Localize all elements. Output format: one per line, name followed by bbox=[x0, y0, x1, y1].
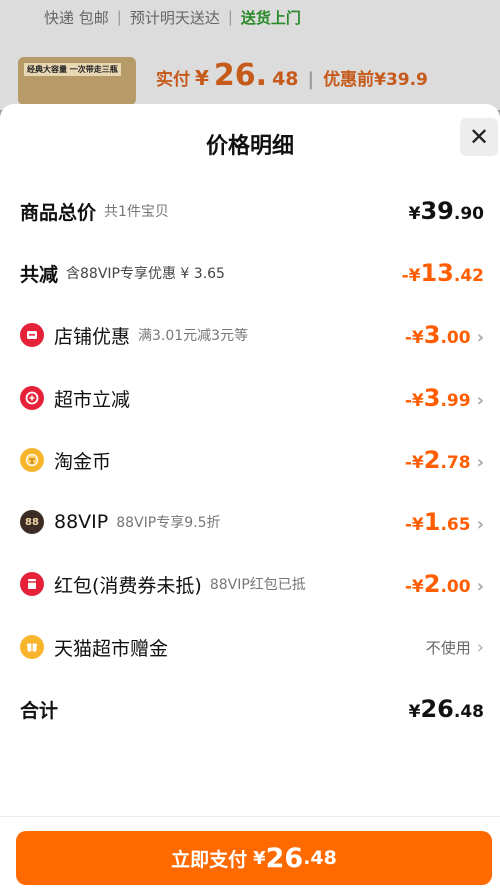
product-thumbnail-label: 经典大容量 一次带走三瓶 bbox=[24, 63, 121, 76]
chevron-right-icon: › bbox=[476, 452, 484, 473]
row-88vip[interactable]: 88 88VIP 88VIP专享9.5折 -¥ 1.65 › bbox=[20, 507, 484, 537]
store-discount-icon bbox=[20, 323, 44, 347]
original-price: 优惠前¥39.9 bbox=[323, 70, 428, 90]
row-gold-coin[interactable]: 淘金币 -¥ 2.78 › bbox=[20, 445, 484, 475]
background-page: 快递 包邮 | 预计明天送达 | 送货上门 经典大容量 一次带走三瓶 实付 ¥ … bbox=[0, 0, 500, 110]
grand-total-row: 合计 ¥26.48 bbox=[20, 695, 484, 723]
chevron-right-icon: › bbox=[476, 576, 484, 597]
chevron-right-icon: › bbox=[476, 514, 484, 535]
row-store-discount[interactable]: 店铺优惠 满3.01元减3元等 -¥ 3.00 › bbox=[20, 320, 484, 350]
gift-credit-status: 不使用 bbox=[425, 638, 471, 657]
shipping-label: 快递 包邮 bbox=[44, 8, 109, 27]
close-button[interactable]: ✕ bbox=[460, 118, 498, 156]
88vip-icon: 88 bbox=[20, 510, 44, 534]
delivery-label: 预计明天送达 bbox=[129, 8, 220, 27]
chevron-right-icon: › bbox=[476, 327, 484, 348]
grand-total-amount: ¥26.48 bbox=[408, 695, 484, 723]
row-supermarket-discount[interactable]: 超市立减 -¥ 3.99 › bbox=[20, 383, 484, 413]
red-packet-icon bbox=[20, 572, 44, 596]
total-price-row: 商品总价 共1件宝贝 ¥39.90 bbox=[20, 197, 484, 225]
supermarket-icon bbox=[20, 386, 44, 410]
total-discount-amount: -¥ 13.42 bbox=[401, 259, 484, 287]
paid-label: 实付 bbox=[156, 70, 190, 90]
pay-now-button[interactable]: 立即支付 ¥ 26 .48 bbox=[16, 831, 492, 885]
sheet-title: 价格明细 bbox=[205, 134, 294, 159]
background-price: 实付 ¥ 26. 48 | 优惠前¥39.9 bbox=[156, 58, 428, 93]
chevron-right-icon: › bbox=[476, 390, 484, 411]
delivery-highlight: 送货上门 bbox=[240, 8, 301, 27]
total-price-amount: ¥39.90 bbox=[408, 197, 484, 225]
chevron-right-icon: › bbox=[476, 636, 484, 658]
gift-credit-icon bbox=[20, 635, 44, 659]
price-detail-sheet: 价格明细 ✕ 商品总价 共1件宝贝 ¥39.90 共减 含88VIP专享优惠 ¥… bbox=[0, 104, 500, 891]
row-gift-credit[interactable]: 天猫超市赠金 不使用 › bbox=[20, 632, 484, 662]
shipping-info-bar: 快递 包邮 | 预计明天送达 | 送货上门 bbox=[44, 8, 301, 27]
row-red-packet[interactable]: 红包(消费券未抵) 88VIP红包已抵 -¥ 2.00 › bbox=[20, 569, 484, 599]
product-thumbnail: 经典大容量 一次带走三瓶 bbox=[18, 57, 136, 105]
gold-coin-icon bbox=[20, 448, 44, 472]
total-discount-row: 共减 含88VIP专享优惠 ¥ 3.65 -¥ 13.42 bbox=[20, 259, 484, 287]
close-icon: ✕ bbox=[468, 123, 490, 151]
bottom-pay-bar: 立即支付 ¥ 26 .48 bbox=[0, 816, 500, 891]
